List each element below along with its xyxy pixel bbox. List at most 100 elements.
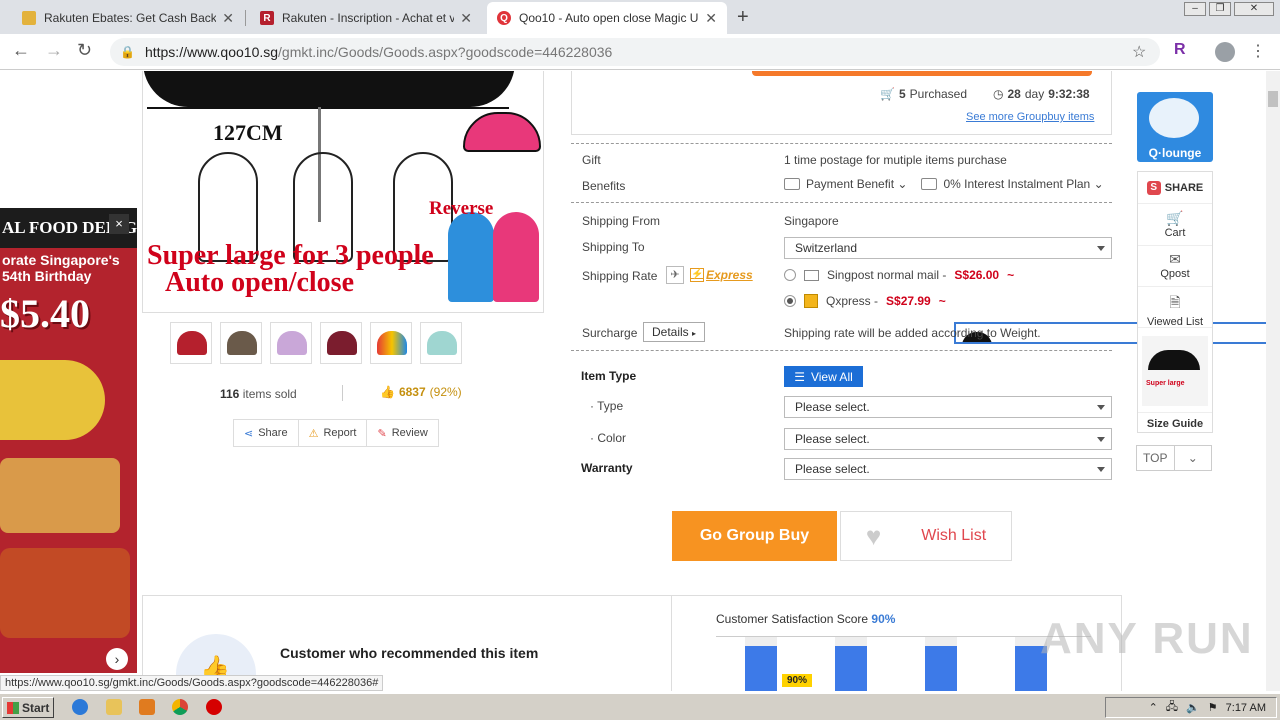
tab-title: Rakuten - Inscription - Achat et vent xyxy=(282,11,455,25)
qoo10-favicon-icon: Q xyxy=(497,11,511,25)
security-app-icon[interactable] xyxy=(206,699,222,715)
ad-food-image xyxy=(0,458,120,533)
scrollbar-thumb[interactable] xyxy=(1268,91,1278,107)
recently-viewed-thumbnail[interactable]: Super large xyxy=(1142,336,1208,406)
address-bar[interactable]: 🔒 https://www.qoo10.sg/gmkt.inc/Goods/Go… xyxy=(110,38,1160,66)
color-label: · Color xyxy=(590,431,627,445)
shipping-option-singpost[interactable]: Singpost normal mail - S$26.00 ~ xyxy=(784,268,1014,282)
product-main-image[interactable]: 127CM Reverse Super large for 3 people A… xyxy=(142,71,544,313)
side-advertisement[interactable]: AL FOOD DELIGHTS orate Singapore's54th B… xyxy=(0,208,137,673)
thumbnail[interactable] xyxy=(420,322,462,364)
express-label: Express xyxy=(706,268,753,282)
ad-close-icon[interactable]: × xyxy=(109,214,129,234)
tab-rakuten-inscription[interactable]: R Rakuten - Inscription - Achat et vent … xyxy=(250,2,482,34)
radio-button-selected[interactable] xyxy=(784,295,796,307)
wish-list-button[interactable]: ♥ Wish List xyxy=(840,511,1012,561)
size-guide-button[interactable]: Size Guide xyxy=(1138,412,1212,434)
clock[interactable]: 7:17 AM xyxy=(1226,702,1266,714)
internet-explorer-icon[interactable] xyxy=(72,699,88,715)
thumbnail[interactable] xyxy=(370,322,412,364)
volume-icon[interactable]: 🔈 xyxy=(1186,701,1200,714)
lock-icon: 🔒 xyxy=(120,45,135,59)
payment-benefit-dropdown[interactable]: Payment Benefit ⌄ xyxy=(806,177,907,191)
sidebar-share-button[interactable]: S SHARE xyxy=(1138,172,1212,204)
report-label: Report xyxy=(323,427,357,439)
tab-rakuten-ebates[interactable]: Rakuten Ebates: Get Cash Back For ✕ xyxy=(12,2,244,34)
system-tray: ⌃ 🖧 🔈 ⚑ 7:17 AM xyxy=(1105,697,1277,718)
tab-qoo10[interactable]: Q Qoo10 - Auto open close Magic Umb ✕ xyxy=(487,2,727,34)
page-content: 127CM Reverse Super large for 3 people A… xyxy=(0,71,1266,691)
thumbnail[interactable] xyxy=(170,322,212,364)
details-button[interactable]: Details ▸ xyxy=(643,322,706,342)
radio-button[interactable] xyxy=(784,269,796,281)
qlounge-button[interactable]: Q·lounge xyxy=(1137,92,1213,162)
restore-window-icon[interactable]: ❐ xyxy=(1209,2,1231,16)
qlounge-label: Q·lounge xyxy=(1148,146,1202,160)
type-select[interactable]: Please select. xyxy=(784,396,1112,418)
shipping-from-value: Singapore xyxy=(784,214,839,228)
chevron-down-icon xyxy=(1097,467,1105,472)
reload-icon[interactable]: ↻ xyxy=(77,40,92,61)
sidebar-viewed-list-button[interactable]: 🗎 Viewed List xyxy=(1138,288,1212,328)
thumbnail-image xyxy=(177,331,207,355)
thumbnail[interactable] xyxy=(320,322,362,364)
view-all-label: View All xyxy=(810,369,853,384)
forward-arrow-icon[interactable]: → xyxy=(45,40,63,61)
profile-avatar-icon[interactable] xyxy=(1215,42,1235,62)
dimension-arrow xyxy=(147,107,509,109)
color-select[interactable]: Please select. xyxy=(784,428,1112,450)
chrome-icon[interactable] xyxy=(172,699,188,715)
ad-next-icon[interactable]: › xyxy=(106,648,128,670)
rakuten-extension-icon[interactable]: R xyxy=(1174,41,1186,59)
network-icon[interactable]: 🖧 xyxy=(1166,698,1178,717)
tab-close-icon[interactable]: ✕ xyxy=(222,10,234,27)
shipping-option-qxpress[interactable]: Qxpress - S$27.99 ~ xyxy=(784,294,946,308)
close-window-icon[interactable]: ✕ xyxy=(1234,2,1274,16)
thumbnail[interactable] xyxy=(220,322,262,364)
heart-icon: ♥ xyxy=(865,520,882,551)
new-tab-plus-icon[interactable]: + xyxy=(737,6,749,29)
go-group-buy-button[interactable]: Go Group Buy xyxy=(672,511,837,561)
review-button[interactable]: ✎ Review xyxy=(367,420,437,446)
rakuten-ebates-favicon-icon xyxy=(22,11,36,25)
view-all-button[interactable]: ☰ View All xyxy=(784,366,863,387)
plane-icon: ✈ xyxy=(666,266,684,284)
groupbuy-progress-bar xyxy=(752,71,1092,76)
likes[interactable]: 👍 6837 (92%) xyxy=(380,385,462,399)
package-icon xyxy=(804,294,818,308)
shipping-to-label: Shipping To xyxy=(582,240,645,254)
shipping-to-select[interactable]: Switzerland xyxy=(784,237,1112,259)
chevron-down-icon: ⌄ xyxy=(897,177,908,191)
thumbs-up-icon: 👍 xyxy=(380,385,395,399)
windows-logo-icon xyxy=(7,701,19,714)
item-type-label: Item Type xyxy=(581,369,637,383)
start-button[interactable]: Start xyxy=(2,697,54,718)
sidebar-qpost-button[interactable]: ✉ Qpost xyxy=(1138,247,1212,287)
folder-icon[interactable] xyxy=(106,699,122,715)
flag-icon[interactable]: ⚑ xyxy=(1208,701,1218,714)
share-button[interactable]: ⋖ Share xyxy=(234,420,299,446)
chrome-menu-icon[interactable]: ⋮ xyxy=(1250,41,1266,61)
thumbnail[interactable] xyxy=(270,322,312,364)
warning-icon: ⚠ xyxy=(308,427,319,440)
installment-dropdown[interactable]: 0% Interest Instalment Plan ⌄ xyxy=(943,177,1103,191)
top-button[interactable]: TOP xyxy=(1137,446,1174,470)
tab-close-icon[interactable]: ✕ xyxy=(460,10,472,27)
chevron-down-icon[interactable]: ⌄ xyxy=(1173,446,1212,470)
option-name: Singpost normal mail - xyxy=(827,268,947,282)
see-more-groupbuy-link[interactable]: See more Groupbuy items xyxy=(966,111,1094,123)
tilde: ~ xyxy=(938,294,946,308)
sidebar-cart-button[interactable]: 🛒 Cart xyxy=(1138,206,1212,246)
divider xyxy=(571,143,1112,144)
warranty-select[interactable]: Please select. xyxy=(784,458,1112,480)
bookmark-star-icon[interactable]: ☆ xyxy=(1132,42,1146,62)
tray-arrow-icon[interactable]: ⌃ xyxy=(1149,701,1158,714)
ad-price: $5.40 xyxy=(0,291,90,336)
page-scrollbar[interactable] xyxy=(1266,71,1280,691)
express-link[interactable]: ⚡ Express xyxy=(690,268,753,282)
tab-close-icon[interactable]: ✕ xyxy=(705,10,717,27)
back-arrow-icon[interactable]: ← xyxy=(12,40,30,61)
media-player-icon[interactable] xyxy=(139,699,155,715)
minimize-window-icon[interactable]: – xyxy=(1184,2,1206,16)
report-button[interactable]: ⚠ Report xyxy=(299,420,368,446)
